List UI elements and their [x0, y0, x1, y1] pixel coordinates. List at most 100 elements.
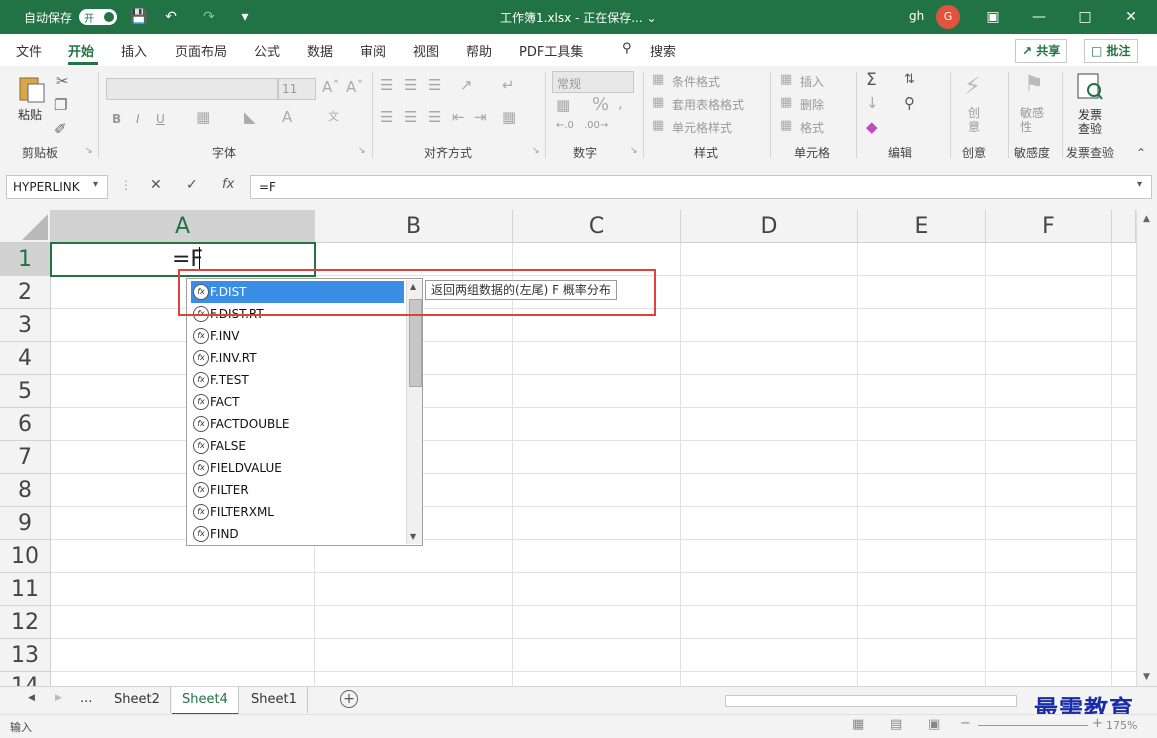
zoom-in-icon[interactable]: +	[1092, 716, 1103, 731]
tab-data[interactable]: 数据	[307, 41, 333, 60]
autocomplete-scrollbar[interactable]: ▲ ▼	[406, 280, 422, 544]
customize-qat-icon[interactable]: ▾	[234, 6, 256, 28]
autosave-toggle[interactable]: 开	[79, 9, 117, 25]
function-autocomplete-list[interactable]: fx F.DIST fx F.DIST.RT fx F.INV fx F.INV.RT …	[186, 278, 423, 546]
expand-formula-icon[interactable]: ▾	[1137, 179, 1142, 190]
ribbon-display-icon[interactable]: ▣	[970, 0, 1016, 34]
insert-function-icon[interactable]: fx	[222, 177, 234, 192]
column-header-partial[interactable]	[1112, 210, 1136, 243]
autocomplete-item[interactable]: fx F.INV	[191, 325, 404, 347]
launcher-icon[interactable]: ↘	[630, 146, 638, 156]
align-top-icon[interactable]: ☰	[380, 76, 393, 94]
ideas-label[interactable]: 创意	[968, 106, 982, 134]
cell-style-icon[interactable]: ▦	[652, 118, 664, 133]
tab-pdf-tools[interactable]: PDF工具集	[519, 41, 583, 60]
border-icon[interactable]: ▦	[196, 108, 210, 126]
percent-icon[interactable]: %	[592, 94, 609, 115]
redo-icon[interactable]: ↷	[198, 6, 220, 28]
tab-insert[interactable]: 插入	[121, 41, 147, 60]
row-header-11[interactable]: 11	[0, 573, 51, 606]
column-header-a[interactable]: A	[51, 210, 315, 244]
underline-button[interactable]: U	[156, 112, 165, 126]
zoom-slider[interactable]	[978, 725, 1088, 726]
tab-formulas[interactable]: 公式	[254, 41, 280, 60]
row-header-6[interactable]: 6	[0, 408, 51, 441]
more-sheets-button[interactable]: ...	[80, 691, 92, 706]
autocomplete-item[interactable]: fx F.TEST	[191, 369, 404, 391]
zoom-out-icon[interactable]: −	[960, 716, 971, 731]
delete-cells-button[interactable]: 删除	[800, 96, 824, 113]
invoice-check-icon[interactable]	[1074, 72, 1106, 102]
cell-style-button[interactable]: 单元格样式	[672, 119, 732, 136]
column-header-f[interactable]: F	[986, 210, 1112, 243]
align-middle-icon[interactable]: ☰	[404, 76, 417, 94]
row-header-7[interactable]: 7	[0, 441, 51, 474]
row-header-4[interactable]: 4	[0, 342, 51, 375]
formula-input[interactable]: =F ▾	[250, 175, 1152, 199]
autocomplete-item[interactable]: fx FIELDVALUE	[191, 457, 404, 479]
currency-icon[interactable]: ▦	[556, 96, 570, 114]
search-label[interactable]: 搜索	[650, 41, 676, 60]
ideas-icon[interactable]: ⚡	[964, 72, 981, 100]
chevron-down-icon[interactable]: ▾	[93, 179, 98, 190]
autocomplete-item[interactable]: fx FILTERXML	[191, 501, 404, 523]
align-center-icon[interactable]: ☰	[404, 108, 417, 126]
close-button[interactable]: ✕	[1108, 0, 1154, 34]
decrease-font-icon[interactable]: Aˇ	[346, 78, 364, 96]
sort-filter-icon[interactable]: ⇅	[904, 72, 915, 87]
indent-decrease-icon[interactable]: ⇤	[452, 108, 465, 126]
paste-label[interactable]: 粘贴	[18, 106, 42, 123]
delete-cells-icon[interactable]: ▦	[780, 95, 792, 110]
insert-cells-icon[interactable]: ▦	[780, 72, 792, 87]
select-all-button[interactable]	[0, 210, 51, 243]
autocomplete-item[interactable]: fx FILTER	[191, 479, 404, 501]
scroll-down-icon[interactable]: ▼	[1143, 672, 1150, 682]
drag-handle-icon[interactable]: ⋮	[120, 178, 132, 192]
sheet-tab-sheet2[interactable]: Sheet2	[104, 687, 171, 713]
maximize-button[interactable]: □	[1062, 0, 1108, 34]
autocomplete-item[interactable]: fx FALSE	[191, 435, 404, 457]
find-select-icon[interactable]: ⚲	[904, 94, 915, 112]
bold-button[interactable]: B	[112, 112, 121, 126]
autosum-icon[interactable]: Σ	[866, 70, 877, 90]
format-cells-icon[interactable]: ▦	[780, 118, 792, 133]
tab-file[interactable]: 文件	[16, 41, 42, 60]
launcher-icon[interactable]: ↘	[85, 146, 93, 156]
format-cells-button[interactable]: 格式	[800, 119, 824, 136]
sensitivity-icon[interactable]: ⚑	[1024, 72, 1044, 97]
column-header-b[interactable]: B	[315, 210, 513, 243]
cut-icon[interactable]: ✂	[56, 72, 69, 90]
normal-view-icon[interactable]: ▦	[852, 717, 864, 732]
format-as-table-button[interactable]: 套用表格格式	[672, 96, 744, 113]
merge-center-icon[interactable]: ▦	[502, 108, 516, 126]
comments-button[interactable]: □ 批注	[1084, 39, 1138, 63]
page-break-view-icon[interactable]: ▣	[928, 717, 940, 732]
page-layout-view-icon[interactable]: ▤	[890, 717, 902, 732]
italic-button[interactable]: I	[136, 112, 140, 126]
insert-cells-button[interactable]: 插入	[800, 73, 824, 90]
align-bottom-icon[interactable]: ☰	[428, 76, 441, 94]
vertical-scrollbar[interactable]: ▲ ▼	[1136, 210, 1157, 686]
wrap-text-icon[interactable]: ↵	[502, 76, 515, 94]
zoom-level[interactable]: 175%	[1106, 719, 1137, 732]
enter-icon[interactable]: ✓	[186, 177, 198, 193]
font-size-box[interactable]: 11	[278, 78, 316, 100]
font-name-box[interactable]	[106, 78, 278, 100]
autocomplete-item[interactable]: fx FACTDOUBLE	[191, 413, 404, 435]
collapse-ribbon-icon[interactable]: ⌃	[1136, 146, 1146, 160]
launcher-icon[interactable]: ↘	[358, 146, 366, 156]
clear-icon[interactable]: ◆	[866, 118, 878, 136]
fill-color-icon[interactable]: ◣	[244, 108, 256, 126]
row-header-12[interactable]: 12	[0, 606, 51, 639]
indent-increase-icon[interactable]: ⇥	[474, 108, 487, 126]
fill-icon[interactable]: ↓	[866, 94, 879, 112]
invoice-label-2[interactable]: 查验	[1078, 120, 1102, 137]
save-icon[interactable]: 💾	[128, 6, 150, 28]
scroll-down-icon[interactable]: ▼	[410, 532, 416, 541]
undo-icon[interactable]: ↶	[160, 6, 182, 28]
row-header-1[interactable]: 1	[0, 243, 52, 276]
search-icon[interactable]: ⚲	[622, 41, 632, 56]
row-header-9[interactable]: 9	[0, 507, 51, 540]
avatar[interactable]: G	[936, 5, 960, 29]
increase-font-icon[interactable]: Aˆ	[322, 78, 340, 96]
